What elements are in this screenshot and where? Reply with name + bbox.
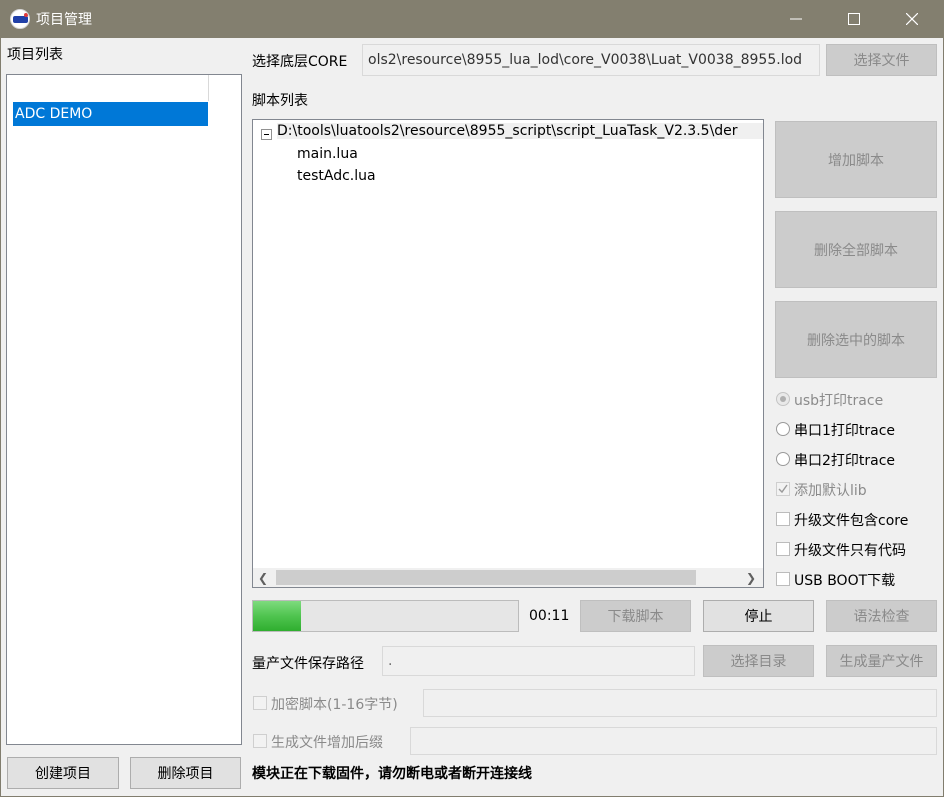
script-root-folder[interactable]: D:\tools\luatools2\resource\8955_script\…: [277, 123, 763, 139]
choose-directory-button[interactable]: 选择目录: [703, 645, 814, 677]
uart1-trace-label: 串口1打印trace: [794, 423, 896, 439]
default-lib-label: 添加默认lib: [794, 483, 867, 499]
suffix-checkbox[interactable]: [253, 734, 267, 748]
download-progress-bar: [252, 600, 519, 632]
suffix-field[interactable]: [410, 727, 937, 755]
delete-all-scripts-button[interactable]: 删除全部脚本: [775, 211, 937, 288]
production-path-label: 量产文件保存路径: [252, 656, 364, 672]
usb-boot-label: USB BOOT下载: [794, 573, 896, 589]
scroll-right-icon[interactable]: ❯: [744, 570, 758, 585]
core-label: 选择底层CORE: [252, 54, 348, 70]
usb-trace-label: usb打印trace: [794, 393, 884, 409]
list-header-divider: [208, 75, 209, 101]
horizontal-scrollbar[interactable]: ❮ ❯: [253, 568, 763, 587]
only-code-label: 升级文件只有代码: [794, 543, 906, 559]
checkmark-icon: [778, 484, 788, 494]
scrollbar-thumb[interactable]: [276, 570, 696, 585]
delete-selected-script-button[interactable]: 删除选中的脚本: [775, 301, 937, 378]
window-title: 项目管理: [36, 12, 92, 28]
status-message: 模块正在下载固件，请勿断电或者断开连接线: [252, 766, 532, 782]
uart2-trace-radio[interactable]: [776, 452, 790, 466]
usb-boot-checkbox[interactable]: [776, 572, 790, 586]
minimize-icon: [790, 18, 802, 20]
close-button[interactable]: [882, 0, 942, 38]
stop-button[interactable]: 停止: [703, 600, 814, 632]
download-script-button[interactable]: 下载脚本: [580, 600, 691, 632]
project-list-label: 项目列表: [7, 47, 63, 63]
progress-fill: [253, 601, 301, 631]
usb-trace-radio[interactable]: [776, 392, 790, 406]
production-path-field[interactable]: .: [382, 646, 695, 676]
elapsed-time: 00:11: [529, 608, 570, 624]
only-code-checkbox[interactable]: [776, 542, 790, 556]
close-icon: [906, 13, 918, 25]
scroll-left-icon[interactable]: ❮: [256, 570, 270, 585]
core-path-field[interactable]: ols2\resource\8955_lua_lod\core_V0038\Lu…: [362, 44, 820, 76]
script-file-item[interactable]: main.lua: [297, 146, 358, 162]
app-icon: [10, 9, 30, 29]
generate-production-file-button[interactable]: 生成量产文件: [826, 645, 937, 677]
uart2-trace-label: 串口2打印trace: [794, 453, 896, 469]
client-area: 项目列表 ADC DEMO 创建项目 删除项目 选择底层CORE ols2\re…: [1, 38, 943, 796]
maximize-button[interactable]: [824, 0, 884, 38]
encrypt-key-field[interactable]: [423, 689, 937, 717]
uart1-trace-radio[interactable]: [776, 422, 790, 436]
encrypt-checkbox[interactable]: [253, 696, 267, 710]
maximize-icon: [848, 13, 860, 25]
project-list[interactable]: ADC DEMO: [6, 74, 242, 745]
title-bar: 项目管理: [0, 0, 944, 38]
script-tree[interactable]: D:\tools\luatools2\resource\8955_script\…: [252, 119, 764, 588]
minimize-button[interactable]: [766, 0, 826, 38]
include-core-label: 升级文件包含core: [794, 513, 909, 529]
encrypt-label: 加密脚本(1-16字节): [271, 697, 398, 713]
create-project-button[interactable]: 创建项目: [7, 757, 119, 789]
delete-project-button[interactable]: 删除项目: [130, 757, 241, 789]
choose-core-button[interactable]: 选择文件: [826, 44, 937, 76]
default-lib-checkbox[interactable]: [776, 482, 790, 496]
suffix-label: 生成文件增加后缀: [271, 735, 383, 751]
project-list-item[interactable]: ADC DEMO: [13, 102, 208, 126]
script-list-label: 脚本列表: [252, 93, 308, 109]
add-script-button[interactable]: 增加脚本: [775, 121, 937, 198]
syntax-check-button[interactable]: 语法检查: [826, 600, 937, 632]
include-core-checkbox[interactable]: [776, 512, 790, 526]
collapse-icon[interactable]: [261, 129, 272, 140]
script-file-item[interactable]: testAdc.lua: [297, 168, 376, 184]
